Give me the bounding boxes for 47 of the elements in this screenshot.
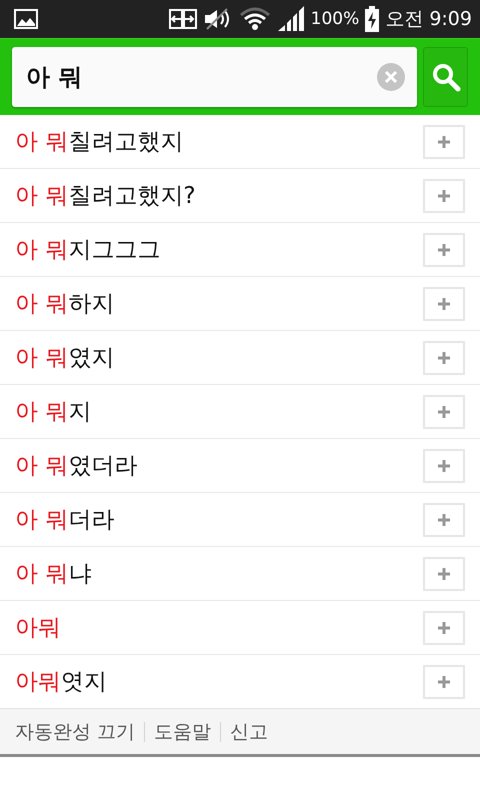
suggestion-item[interactable]: 아 뭐 지 <box>15 396 423 427</box>
plus-icon <box>437 296 451 310</box>
plus-icon <box>437 404 451 418</box>
signal-icon <box>276 6 305 32</box>
search-button[interactable] <box>423 47 468 107</box>
suggestion-item[interactable]: 아 뭐 였더라 <box>15 450 423 481</box>
plus-button[interactable] <box>423 286 465 320</box>
plus-button[interactable] <box>423 232 465 266</box>
suggestion-item[interactable]: 아 뭐 더라 <box>15 504 423 535</box>
plus-button[interactable] <box>423 394 465 428</box>
plus-button[interactable] <box>423 448 465 482</box>
plus-button[interactable] <box>423 556 465 590</box>
plus-button[interactable] <box>423 502 465 536</box>
plus-icon <box>437 188 451 202</box>
plus-icon <box>437 242 451 256</box>
suggestion-item[interactable]: 아 뭐 칠려고했지? <box>15 180 423 211</box>
plus-icon <box>437 512 451 526</box>
battery-percent: 100% <box>310 9 360 29</box>
plus-button[interactable] <box>423 124 465 158</box>
footer-link[interactable]: 도움말 <box>154 718 212 744</box>
suggestion-item[interactable]: 아 뭐 였지 <box>15 342 423 373</box>
suggestion-item[interactable]: 아 뭐 냐 <box>15 558 423 589</box>
screen-mirror-icon <box>168 8 197 30</box>
search-icon <box>430 62 460 92</box>
suggestion-item[interactable]: 아 뭐하지 <box>15 288 423 319</box>
footer-link[interactable]: 자동완성 끄기 <box>15 718 136 744</box>
wifi-icon <box>238 7 271 31</box>
suggestion-item[interactable]: 아뭐 엿지 <box>15 666 423 697</box>
suggestion-item[interactable]: 아뭐 <box>15 612 423 643</box>
image-icon <box>14 9 38 29</box>
plus-icon <box>437 620 451 634</box>
charging-battery-icon <box>365 6 380 32</box>
suggestion-item[interactable]: 아 뭐 칠려고했지 <box>15 126 423 157</box>
footer-link[interactable]: 신고 <box>230 718 268 744</box>
plus-button[interactable] <box>423 664 465 698</box>
plus-icon <box>437 674 451 688</box>
clock: 오전 9:09 <box>385 7 472 32</box>
plus-icon <box>437 566 451 580</box>
plus-button[interactable] <box>423 340 465 374</box>
plus-button[interactable] <box>423 610 465 644</box>
search-field[interactable]: 아 뭐 <box>12 47 417 107</box>
plus-icon <box>437 350 451 364</box>
clear-icon[interactable] <box>377 63 405 91</box>
plus-icon <box>437 458 451 472</box>
suggestion-item[interactable]: 아 뭐 지그그그 <box>15 234 423 265</box>
plus-icon <box>437 134 451 148</box>
plus-button[interactable] <box>423 178 465 212</box>
